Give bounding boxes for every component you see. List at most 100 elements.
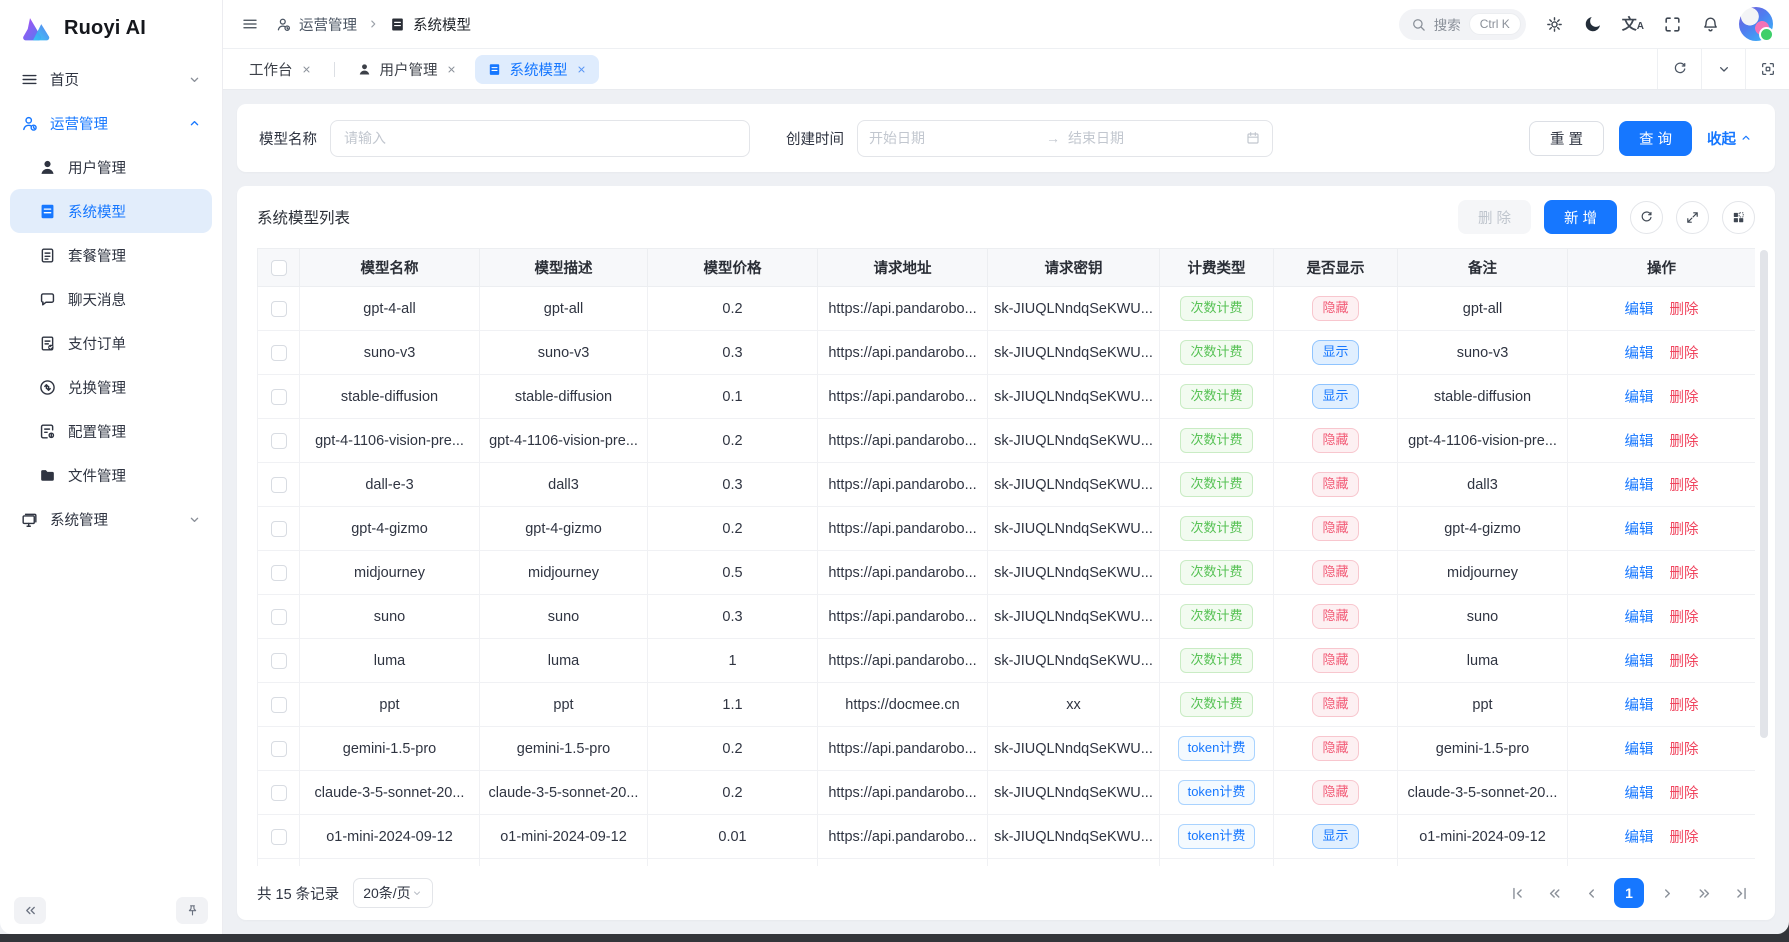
edit-link[interactable]: 编辑 <box>1625 522 1654 538</box>
edit-link[interactable]: 编辑 <box>1625 610 1654 626</box>
prev-5-pages-button[interactable] <box>1540 879 1568 907</box>
delete-link[interactable]: 删除 <box>1670 522 1699 538</box>
select-all-checkbox[interactable] <box>271 260 287 276</box>
visibility-cell: 隐藏 <box>1274 771 1398 815</box>
tab[interactable]: 用户管理 <box>345 55 469 84</box>
page-number-button[interactable]: 1 <box>1614 878 1644 908</box>
request-key-cell: sk-JIUQLNndqSeKWU... <box>988 419 1160 463</box>
model-name-input[interactable] <box>330 120 750 157</box>
sidebar-item-operations[interactable]: 运营管理 <box>10 101 212 145</box>
delete-link[interactable]: 删除 <box>1670 786 1699 802</box>
breadcrumb-item-operations[interactable]: 运营管理 <box>275 14 357 35</box>
user-avatar[interactable] <box>1739 7 1773 41</box>
sidebar-subitem[interactable]: 文件管理 <box>10 453 212 497</box>
close-icon[interactable] <box>576 64 587 75</box>
edit-link[interactable]: 编辑 <box>1625 478 1654 494</box>
close-icon[interactable] <box>446 64 457 75</box>
edit-link[interactable]: 编辑 <box>1625 830 1654 846</box>
reset-button[interactable]: 重 置 <box>1529 121 1604 156</box>
last-page-button[interactable] <box>1727 879 1755 907</box>
start-date-input[interactable] <box>869 130 1038 146</box>
edit-link[interactable]: 编辑 <box>1625 786 1654 802</box>
tab[interactable]: 系统模型 <box>475 55 599 84</box>
settings-button[interactable] <box>1545 15 1564 34</box>
refresh-page-button[interactable] <box>1657 49 1701 89</box>
table-scroll-area[interactable]: 模型名称模型描述模型价格请求地址请求密钥计费类型是否显示备注操作 gpt-4-a… <box>257 248 1755 866</box>
row-checkbox[interactable] <box>271 301 287 317</box>
row-checkbox[interactable] <box>271 565 287 581</box>
row-checkbox[interactable] <box>271 741 287 757</box>
sidebar-subitem[interactable]: 套餐管理 <box>10 233 212 277</box>
next-5-pages-button[interactable] <box>1690 879 1718 907</box>
edit-link[interactable]: 编辑 <box>1625 434 1654 450</box>
breadcrumb-item-system-model[interactable]: 系统模型 <box>389 14 471 35</box>
row-checkbox[interactable] <box>271 345 287 361</box>
edit-link[interactable]: 编辑 <box>1625 390 1654 406</box>
delete-link[interactable]: 删除 <box>1670 566 1699 582</box>
delete-link[interactable]: 删除 <box>1670 434 1699 450</box>
sidebar-subitem[interactable]: 兑换管理 <box>10 365 212 409</box>
row-checkbox[interactable] <box>271 609 287 625</box>
delete-link[interactable]: 删除 <box>1670 346 1699 362</box>
visibility-cell: 隐藏 <box>1274 419 1398 463</box>
delete-link[interactable]: 删除 <box>1670 698 1699 714</box>
row-checkbox[interactable] <box>271 697 287 713</box>
row-checkbox[interactable] <box>271 785 287 801</box>
content-fullscreen-button[interactable] <box>1745 49 1789 89</box>
row-checkbox[interactable] <box>271 829 287 845</box>
end-date-input[interactable] <box>1068 130 1237 146</box>
edit-link[interactable]: 编辑 <box>1625 302 1654 318</box>
menu-toggle-button[interactable] <box>241 15 259 33</box>
delete-link[interactable]: 删除 <box>1670 302 1699 318</box>
prev-page-button[interactable] <box>1577 879 1605 907</box>
column-settings-button[interactable] <box>1722 201 1755 234</box>
collapse-filters-link[interactable]: 收起 <box>1707 128 1753 149</box>
first-page-button[interactable] <box>1503 879 1531 907</box>
add-button[interactable]: 新 增 <box>1544 200 1617 234</box>
delete-link[interactable]: 删除 <box>1670 742 1699 758</box>
row-checkbox[interactable] <box>271 389 287 405</box>
sidebar-subitem[interactable]: 聊天消息 <box>10 277 212 321</box>
delete-link[interactable]: 删除 <box>1670 390 1699 406</box>
edit-link[interactable]: 编辑 <box>1625 654 1654 670</box>
row-checkbox[interactable] <box>271 477 287 493</box>
sidebar-subitem[interactable]: 支付订单 <box>10 321 212 365</box>
scrollbar-thumb[interactable] <box>1760 250 1768 738</box>
sidebar-collapse-button[interactable] <box>14 897 46 924</box>
next-page-button[interactable] <box>1653 879 1681 907</box>
dark-mode-toggle[interactable] <box>1583 14 1603 34</box>
row-checkbox[interactable] <box>271 433 287 449</box>
delete-link[interactable]: 删除 <box>1670 610 1699 626</box>
sidebar-item-home[interactable]: 首页 <box>10 57 212 101</box>
search-button[interactable]: 查 询 <box>1619 121 1692 156</box>
delete-link[interactable]: 删除 <box>1670 478 1699 494</box>
sidebar-pin-button[interactable] <box>176 897 208 924</box>
billing-type-badge: 次数计费 <box>1180 340 1252 364</box>
delete-link[interactable]: 删除 <box>1670 830 1699 846</box>
edit-link[interactable]: 编辑 <box>1625 742 1654 758</box>
sidebar-subitem[interactable]: 配置管理 <box>10 409 212 453</box>
sidebar-subitem[interactable]: 用户管理 <box>10 145 212 189</box>
language-button[interactable]: 文A <box>1622 17 1644 32</box>
close-icon[interactable] <box>301 64 312 75</box>
date-range-picker[interactable]: → <box>857 120 1273 157</box>
table-vertical-scrollbar[interactable] <box>1760 250 1768 864</box>
sidebar-item-system[interactable]: 系统管理 <box>10 497 212 541</box>
row-checkbox[interactable] <box>271 521 287 537</box>
row-checkbox[interactable] <box>271 653 287 669</box>
edit-link[interactable]: 编辑 <box>1625 698 1654 714</box>
refresh-table-button[interactable] <box>1630 201 1663 234</box>
edit-link[interactable]: 编辑 <box>1625 566 1654 582</box>
edit-link[interactable]: 编辑 <box>1625 346 1654 362</box>
expand-table-button[interactable] <box>1676 201 1709 234</box>
global-search[interactable]: 搜索 Ctrl K <box>1399 9 1526 40</box>
notifications-button[interactable] <box>1701 15 1720 34</box>
batch-delete-button[interactable]: 删 除 <box>1458 200 1531 234</box>
page-size-select[interactable]: 20条/页 <box>353 878 433 908</box>
delete-link[interactable]: 删除 <box>1670 654 1699 670</box>
tab-menu-button[interactable] <box>1701 49 1745 89</box>
sidebar-subitem[interactable]: 系统模型 <box>10 189 212 233</box>
fullscreen-button[interactable] <box>1663 15 1682 34</box>
tab-divider <box>334 62 335 77</box>
tab[interactable]: 工作台 <box>237 55 324 84</box>
